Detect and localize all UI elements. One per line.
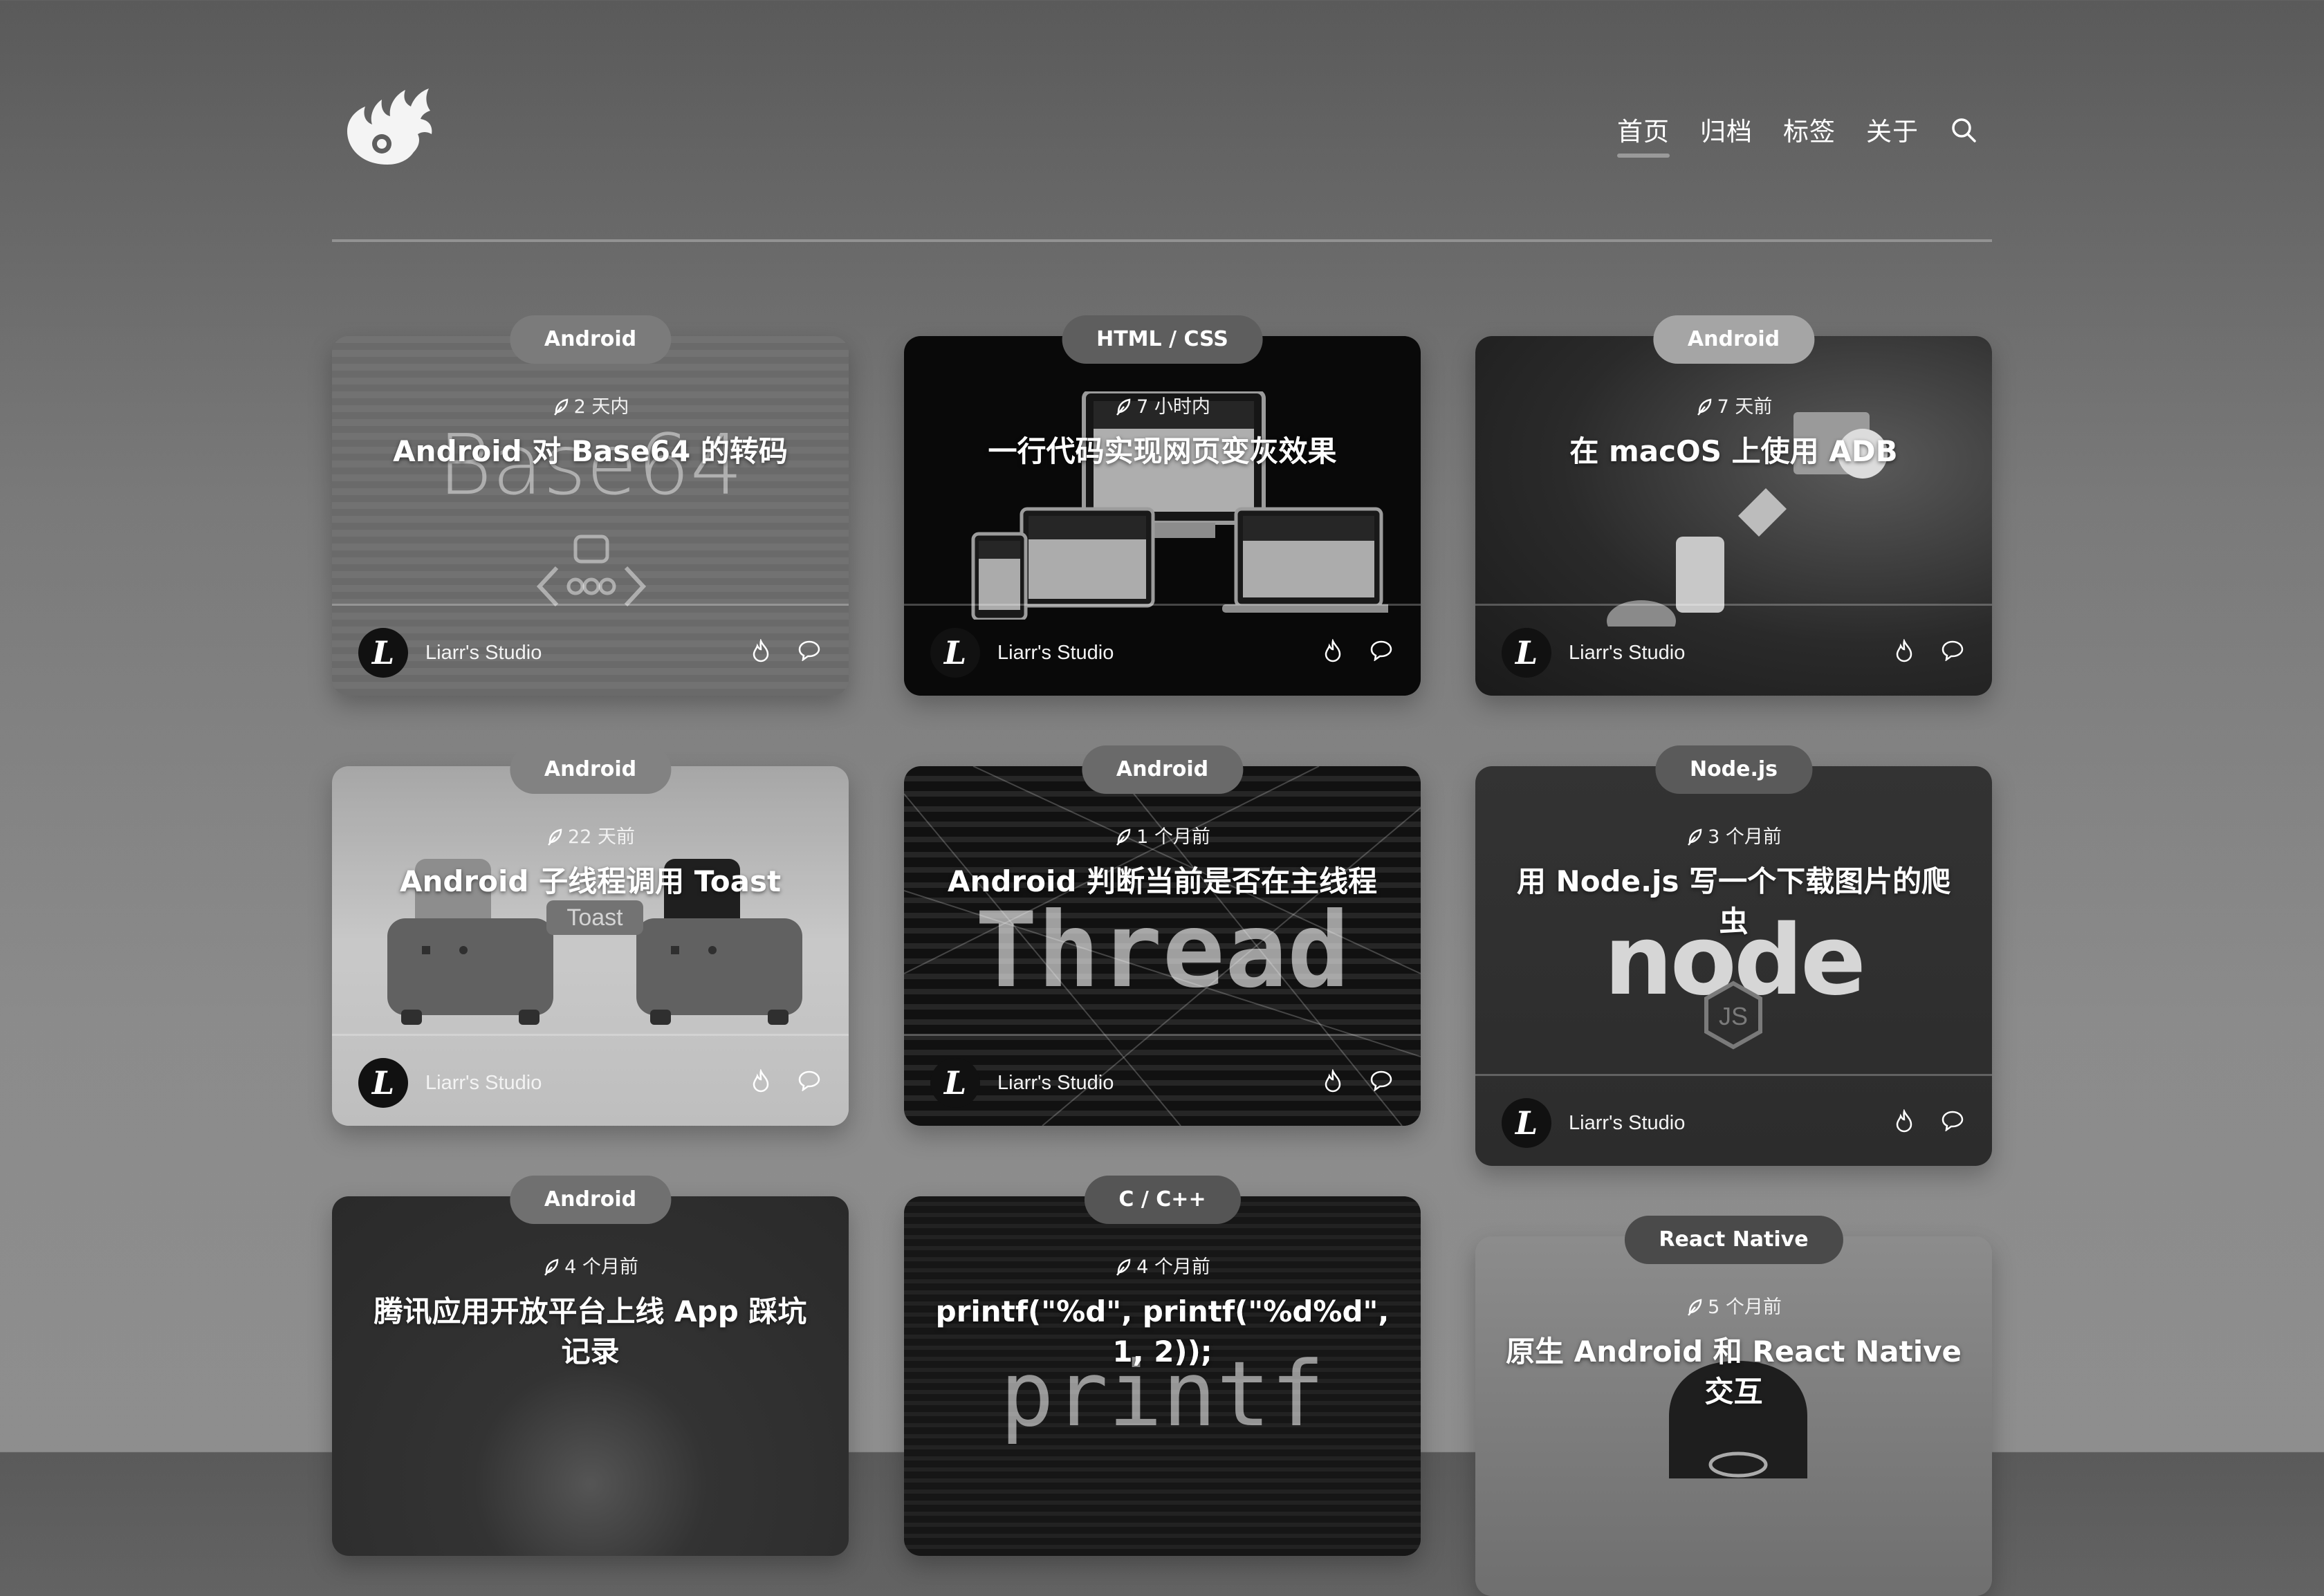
flame-icon[interactable] bbox=[1322, 1069, 1343, 1093]
flame-icon[interactable] bbox=[750, 1069, 771, 1093]
site-logo-icon[interactable] bbox=[339, 76, 436, 173]
post-title[interactable]: 在 macOS 上使用 ADB bbox=[1503, 432, 1964, 472]
post-time: 4 个月前 bbox=[332, 1252, 849, 1279]
post-title[interactable]: 腾讯应用开放平台上线 App 踩坑记录 bbox=[360, 1292, 821, 1372]
post-time: 1 个月前 bbox=[904, 822, 1421, 848]
comment-icon[interactable] bbox=[797, 639, 821, 661]
main-nav: 首页 归档 标签 关于 bbox=[1617, 111, 1978, 158]
post-card[interactable]: Thread Android 1 个月前 Android 判断当前是否在主线程 … bbox=[904, 745, 1421, 1126]
avatar[interactable]: L bbox=[930, 628, 980, 678]
author-name[interactable]: Liarr's Studio bbox=[997, 1072, 1114, 1095]
card-footer: L Liarr's Studio bbox=[1475, 604, 1992, 696]
post-time: 2 天内 bbox=[332, 391, 849, 418]
feather-icon bbox=[1116, 1259, 1131, 1276]
post-card[interactable]: node JS Node.js 3 个月前 用 Node.js 写一个下载图片的… bbox=[1475, 745, 1992, 1166]
card-footer: L Liarr's Studio bbox=[904, 1034, 1421, 1126]
post-title[interactable]: 原生 Android 和 React Native 交互 bbox=[1503, 1332, 1964, 1412]
card-footer: L Liarr's Studio bbox=[1475, 1074, 1992, 1166]
cover-decoration: Thread bbox=[975, 891, 1350, 1011]
category-tag[interactable]: Node.js bbox=[1654, 745, 1813, 794]
post-time: 7 小时内 bbox=[904, 391, 1421, 418]
flame-icon[interactable] bbox=[1894, 639, 1915, 662]
post-title[interactable]: 一行代码实现网页变灰效果 bbox=[932, 432, 1393, 472]
post-time: 3 个月前 bbox=[1475, 822, 1992, 848]
feather-icon bbox=[1688, 1299, 1702, 1316]
feather-icon bbox=[544, 1259, 559, 1276]
post-card[interactable]: Android 4 个月前 腾讯应用开放平台上线 App 踩坑记录 bbox=[332, 1176, 849, 1556]
post-title[interactable]: printf("%d", printf("%d%d", 1, 2)); bbox=[932, 1292, 1393, 1372]
author-name[interactable]: Liarr's Studio bbox=[997, 642, 1114, 665]
js-hex-icon: JS bbox=[1704, 981, 1762, 1050]
post-time: 7 天前 bbox=[1475, 391, 1992, 418]
nav-tags[interactable]: 标签 bbox=[1783, 111, 1836, 155]
post-card[interactable]: Android 7 天前 在 macOS 上使用 ADB L Liarr's S… bbox=[1475, 315, 1992, 696]
comment-icon[interactable] bbox=[797, 1069, 821, 1091]
post-title[interactable]: 用 Node.js 写一个下载图片的爬虫 bbox=[1503, 862, 1964, 942]
feather-icon bbox=[1116, 398, 1131, 416]
avatar[interactable]: L bbox=[1502, 628, 1551, 678]
post-card[interactable]: printf C / C++ 4 个月前 printf("%d", printf… bbox=[904, 1176, 1421, 1556]
feather-icon bbox=[548, 828, 562, 846]
flame-icon[interactable] bbox=[1894, 1109, 1915, 1133]
avatar[interactable]: L bbox=[930, 1058, 980, 1108]
feather-icon bbox=[1116, 828, 1131, 846]
nav-archive[interactable]: 归档 bbox=[1700, 111, 1753, 155]
post-title[interactable]: Android 子线程调用 Toast bbox=[360, 862, 821, 902]
category-tag[interactable]: Android bbox=[509, 1176, 672, 1224]
post-title[interactable]: Android 对 Base64 的转码 bbox=[360, 432, 821, 472]
category-tag[interactable]: C / C++ bbox=[1084, 1176, 1241, 1224]
card-footer: L Liarr's Studio bbox=[332, 1034, 849, 1126]
nav-about[interactable]: 关于 bbox=[1866, 111, 1919, 155]
comment-icon[interactable] bbox=[1370, 1069, 1393, 1091]
post-card[interactable]: Base64 Android 2 天内 Android 对 Base64 的转码… bbox=[332, 315, 849, 696]
avatar[interactable]: L bbox=[1502, 1098, 1551, 1148]
category-tag[interactable]: Android bbox=[1652, 315, 1815, 364]
post-card[interactable]: React Native 5 个月前 原生 Android 和 React Na… bbox=[1475, 1216, 1992, 1596]
nav-home[interactable]: 首页 bbox=[1617, 111, 1670, 158]
flame-icon[interactable] bbox=[750, 639, 771, 662]
card-footer: L Liarr's Studio bbox=[332, 604, 849, 696]
avatar[interactable]: L bbox=[358, 1058, 408, 1108]
svg-text:JS: JS bbox=[1719, 1002, 1748, 1030]
post-time: 4 个月前 bbox=[904, 1252, 1421, 1279]
category-tag[interactable]: Android bbox=[1081, 745, 1244, 794]
post-title[interactable]: Android 判断当前是否在主线程 bbox=[932, 862, 1393, 902]
flame-icon[interactable] bbox=[1322, 639, 1343, 662]
feather-icon bbox=[1697, 398, 1711, 416]
author-name[interactable]: Liarr's Studio bbox=[1569, 642, 1685, 665]
android-code-icon bbox=[536, 535, 647, 607]
post-card[interactable]: Toast Android 22 天前 Android 子线程调用 Toast … bbox=[332, 745, 849, 1126]
category-tag[interactable]: Android bbox=[509, 315, 672, 364]
post-time: 5 个月前 bbox=[1475, 1292, 1992, 1319]
category-tag[interactable]: Android bbox=[509, 745, 672, 794]
category-tag[interactable]: HTML / CSS bbox=[1062, 315, 1263, 364]
site-header: 首页 归档 标签 关于 bbox=[332, 69, 1992, 242]
category-tag[interactable]: React Native bbox=[1624, 1216, 1843, 1264]
feather-icon bbox=[1688, 828, 1702, 846]
author-name[interactable]: Liarr's Studio bbox=[1569, 1112, 1685, 1135]
avatar[interactable]: L bbox=[358, 628, 408, 678]
post-cover-image bbox=[332, 1196, 849, 1556]
comment-icon[interactable] bbox=[1941, 1109, 1964, 1131]
author-name[interactable]: Liarr's Studio bbox=[425, 642, 542, 665]
author-name[interactable]: Liarr's Studio bbox=[425, 1072, 542, 1095]
post-card[interactable]: HTML / CSS 7 小时内 一行代码实现网页变灰效果 L Liarr's … bbox=[904, 315, 1421, 696]
comment-icon[interactable] bbox=[1941, 639, 1964, 661]
comment-icon[interactable] bbox=[1370, 639, 1393, 661]
search-icon[interactable] bbox=[1949, 115, 1978, 145]
post-time: 22 天前 bbox=[332, 822, 849, 848]
feather-icon bbox=[553, 398, 568, 416]
card-footer: L Liarr's Studio bbox=[904, 604, 1421, 696]
